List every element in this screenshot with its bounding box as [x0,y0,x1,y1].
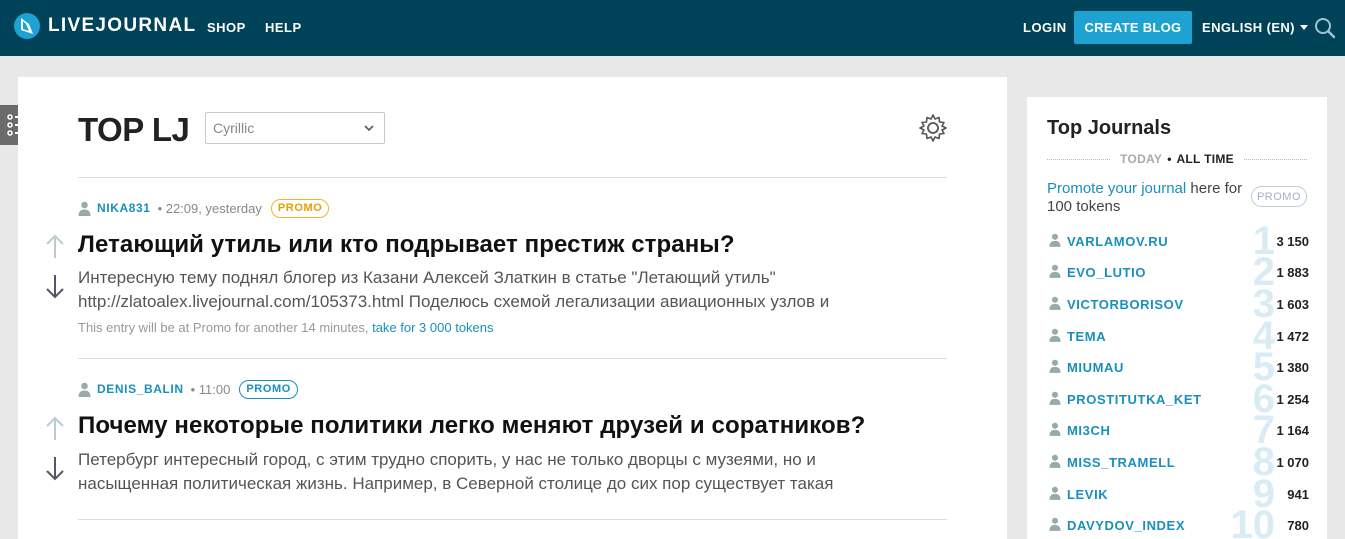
logo-text: LIVEJOURNAL [48,15,197,36]
user-icon [1049,517,1061,531]
post-time: • 11:00 [190,381,231,397]
downvote-arrow-icon[interactable] [44,273,66,299]
main-content: TOP LJ Cyrillic NIKA831 • 22:09, yesterd… [18,77,1007,539]
journal-name[interactable]: DAVYDOV_INDEX [1067,518,1185,533]
post-title[interactable]: Почему некоторые политики легко меняют д… [78,412,865,440]
promo-note-text: This entry will be at Promo for another … [78,320,369,335]
caret-down-icon [1299,25,1308,30]
post-excerpt: Петербург интересный город, с этим трудн… [78,448,908,496]
period-today[interactable]: TODAY [1118,152,1164,166]
journal-score: 1 883 [1276,265,1309,280]
promo-badge[interactable]: PROMO [1251,186,1307,207]
upvote-arrow-icon[interactable] [44,416,66,442]
upvote-arrow-icon[interactable] [44,234,66,260]
language-label: ENGLISH (EN) [1202,20,1295,35]
journal-score: 1 164 [1276,423,1309,438]
separator-dot: • [1167,152,1172,166]
user-icon [1049,486,1061,500]
journal-score: 780 [1287,518,1309,533]
divider [78,519,947,520]
journal-score: 1 070 [1276,455,1309,470]
post-meta: NIKA831 • 22:09, yesterday PROMO [78,198,330,218]
excerpt-line: насыщенная политическая жизнь. Например,… [78,474,834,493]
user-icon [1049,264,1061,278]
user-icon [78,201,91,216]
promo-badge[interactable]: PROMO [239,379,298,399]
rank-number: 10 [1230,503,1276,539]
post-author[interactable]: DENIS_BALIN [97,382,184,396]
promo-note: This entry will be at Promo for another … [78,320,494,335]
divider [78,177,947,178]
journal-score: 1 254 [1276,392,1309,407]
user-icon [1049,391,1061,405]
dotted-divider [1047,158,1111,160]
journal-name[interactable]: MIUMAU [1067,360,1124,375]
take-promo-link[interactable]: take for 3 000 tokens [372,320,493,335]
post-author[interactable]: NIKA831 [97,201,151,215]
create-blog-button[interactable]: CREATE BLOG [1074,11,1192,44]
journal-row[interactable]: 10 DAVYDOV_INDEX 780 [1047,505,1309,539]
period-switcher: TODAY • ALL TIME [1047,152,1307,166]
journal-name[interactable]: PROSTITUTKA_KET [1067,392,1202,407]
excerpt-line: Интересную тему поднял блогер из Казани … [78,268,776,287]
user-icon [78,382,91,397]
journal-score: 941 [1287,487,1309,502]
login-link[interactable]: LOGIN [1023,20,1067,35]
script-filter-select[interactable]: Cyrillic [205,112,385,144]
promote-journal-link[interactable]: Promote your journal [1047,180,1186,197]
post-time: • 22:09, yesterday [157,200,262,216]
livejournal-logo-icon [14,13,40,39]
nav-help[interactable]: HELP [265,20,302,35]
journal-name[interactable]: LEVIK [1067,487,1108,502]
journal-name[interactable]: EVO_LUTIO [1067,265,1146,280]
chevron-down-icon [364,125,374,132]
journal-score: 1 380 [1276,360,1309,375]
promote-journal-text: Promote your journal here for 100 tokens [1047,180,1247,216]
excerpt-line: http://zlatoalex.livejournal.com/105373.… [78,292,830,311]
journal-score: 1 603 [1276,297,1309,312]
top-journals-title: Top Journals [1047,117,1172,139]
journal-name[interactable]: VICTORBORISOV [1067,297,1184,312]
top-journals-panel: Top Journals TODAY • ALL TIME Promote yo… [1027,97,1327,539]
excerpt-line: Петербург интересный город, с этим трудн… [78,450,816,469]
top-navigation-bar: LIVEJOURNAL SHOP HELP LOGIN CREATE BLOG … [0,0,1345,56]
journal-name[interactable]: MISS_TRAMELL [1067,455,1175,470]
downvote-arrow-icon[interactable] [44,455,66,481]
journal-name[interactable]: MI3CH [1067,423,1110,438]
nav-shop[interactable]: SHOP [207,20,246,35]
user-icon [1049,233,1061,247]
page-title: TOP LJ [78,111,190,148]
gear-icon[interactable] [918,113,948,143]
post-excerpt: Интересную тему поднял блогер из Казани … [78,266,908,314]
user-icon [1049,422,1061,436]
journal-score: 1 472 [1276,329,1309,344]
user-icon [1049,359,1061,373]
language-selector[interactable]: ENGLISH (EN) [1202,20,1308,35]
divider [78,358,947,359]
period-all-time[interactable]: ALL TIME [1174,152,1236,166]
user-icon [1049,454,1061,468]
journal-score: 3 150 [1276,234,1309,249]
promo-badge[interactable]: PROMO [270,198,330,218]
journal-name[interactable]: VARLAMOV.RU [1067,234,1168,249]
post-title[interactable]: Летающий утиль или кто подрывает престиж… [78,231,735,259]
select-value: Cyrillic [213,120,255,136]
search-icon[interactable] [1313,16,1337,40]
user-icon [1049,296,1061,310]
user-icon [1049,328,1061,342]
livejournal-logo[interactable]: LIVEJOURNAL [13,12,196,40]
dotted-divider [1243,158,1307,160]
journal-name[interactable]: TEMA [1067,329,1106,344]
post-meta: DENIS_BALIN • 11:00 PROMO [78,379,298,399]
